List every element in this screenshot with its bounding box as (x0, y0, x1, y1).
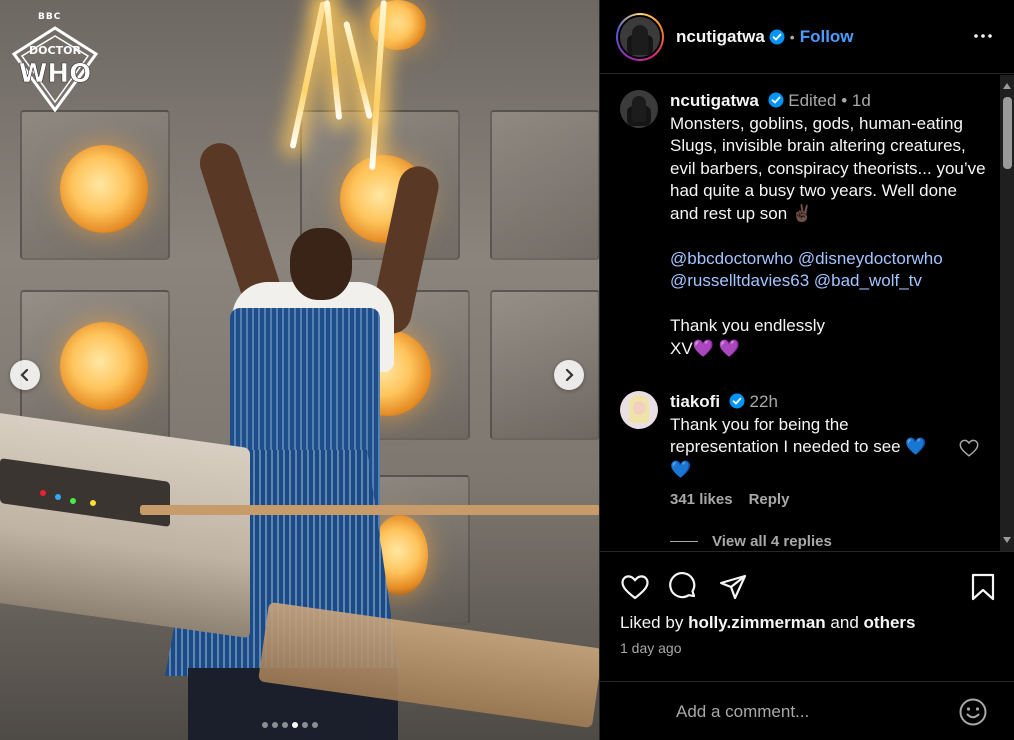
caption-edited-label: Edited (788, 91, 837, 110)
caption-body: Monsters, goblins, gods, human-eating Sl… (670, 113, 986, 223)
mention-link[interactable]: @disneydoctorwho (798, 249, 943, 268)
liked-by-prefix: Liked by (620, 613, 684, 632)
carousel-dot[interactable] (312, 722, 318, 728)
view-replies-button[interactable]: View all 4 replies (670, 533, 832, 550)
comment-time: 22h (749, 392, 778, 411)
comment-likes-count[interactable]: 341 likes (670, 491, 733, 508)
carousel-dot[interactable] (292, 722, 298, 728)
caption-text: ncutigatwa Edited • 1d Monsters, goblins… (670, 90, 990, 360)
header-separator: • (789, 28, 795, 45)
post-timestamp[interactable]: 1 day ago (620, 640, 682, 656)
add-comment-bar (600, 681, 1014, 740)
comment-text: tiakofi 22h Thank you for being the repr… (670, 391, 990, 481)
carousel-dot[interactable] (302, 722, 308, 728)
caption-signoff-line: XV💜 💜 (670, 338, 990, 361)
view-replies-label: View all 4 replies (712, 533, 832, 550)
carousel-dots (262, 722, 318, 728)
caption-time: 1d (851, 91, 871, 110)
blue-heart-emoji: 💙 (670, 459, 692, 479)
follow-button[interactable]: Follow (800, 27, 854, 47)
chevron-right-icon (565, 369, 574, 381)
carousel-dot[interactable] (262, 722, 268, 728)
tardis-console (0, 411, 250, 639)
commenter-avatar[interactable] (620, 391, 658, 429)
post-actions: Liked by holly.zimmerman and others 1 da… (600, 551, 1014, 681)
comment-body-line: Thank you for being the representation I… (670, 414, 930, 482)
post-media: BBC DOCTOR WHO (0, 0, 599, 740)
bookmark-icon[interactable] (968, 572, 998, 602)
caption-signoff: XV (670, 338, 693, 358)
carousel-next-button[interactable] (554, 360, 584, 390)
paper-plane-icon[interactable] (718, 572, 748, 602)
liked-by-others[interactable]: others (864, 613, 916, 632)
doctor-who-logo: BBC DOCTOR WHO (10, 10, 100, 114)
comments-scrollbar[interactable] (1000, 75, 1014, 551)
verified-badge-icon (729, 393, 745, 409)
post-header: ncutigatwa • Follow (600, 0, 1014, 74)
smiley-icon[interactable] (958, 697, 988, 727)
verified-badge-icon (769, 29, 785, 44)
carousel-dot[interactable] (282, 722, 288, 728)
mention-link[interactable]: @russelltdavies63 (670, 271, 809, 290)
mention-link[interactable]: @bad_wolf_tv (814, 271, 922, 290)
mention-link[interactable]: @bbcdoctorwho (670, 249, 793, 268)
liked-by-user[interactable]: holly.zimmerman (688, 613, 826, 632)
post-sidebar: ncutigatwa • Follow ncutigatwa Edited • (599, 0, 1014, 740)
caption-username[interactable]: ncutigatwa (670, 91, 759, 110)
purple-heart-emoji: 💜 💜 (692, 338, 740, 358)
chevron-left-icon (20, 369, 29, 381)
bbc-logo-text: BBC (38, 12, 62, 22)
verified-badge-icon (768, 92, 784, 108)
comment-body: Thank you for being the representation I… (670, 414, 901, 457)
speech-bubble-icon[interactable] (668, 572, 698, 602)
more-horizontal-icon[interactable] (971, 24, 995, 48)
author-username[interactable]: ncutigatwa (676, 27, 765, 47)
caption-mentions-line-1: @bbcdoctorwho @disneydoctorwho (670, 248, 990, 271)
comment-actions: 341 likes Reply (670, 491, 789, 508)
caption-avatar[interactable] (620, 90, 658, 128)
liked-by-and: and (830, 613, 859, 632)
caption-mentions-line-2: @russelltdavies63 @bad_wolf_tv (670, 270, 990, 293)
heart-outline-icon[interactable] (620, 572, 650, 602)
caption-thanks: Thank you endlessly (670, 316, 825, 335)
scrollbar-thumb[interactable] (1003, 97, 1012, 169)
blue-heart-emoji: 💙 (905, 437, 927, 456)
comments-list[interactable]: ncutigatwa Edited • 1d Monsters, goblins… (600, 75, 1000, 551)
comment-like-heart-icon[interactable] (958, 437, 980, 459)
scroll-up-arrow-icon[interactable] (1003, 83, 1011, 89)
comment-input[interactable] (676, 700, 946, 724)
svg-text:WHO: WHO (19, 59, 92, 89)
author-avatar[interactable] (616, 12, 664, 61)
doctor-who-logo-icon: DOCTOR WHO (11, 26, 99, 112)
svg-text:DOCTOR: DOCTOR (29, 44, 81, 57)
commenter-username[interactable]: tiakofi (670, 392, 720, 411)
reply-button[interactable]: Reply (749, 491, 790, 508)
caption-dot: • (841, 91, 848, 110)
carousel-prev-button[interactable] (10, 360, 40, 390)
scroll-down-arrow-icon[interactable] (1003, 537, 1011, 543)
liked-by-line: Liked by holly.zimmerman and others (620, 613, 916, 633)
carousel-dot[interactable] (272, 722, 278, 728)
